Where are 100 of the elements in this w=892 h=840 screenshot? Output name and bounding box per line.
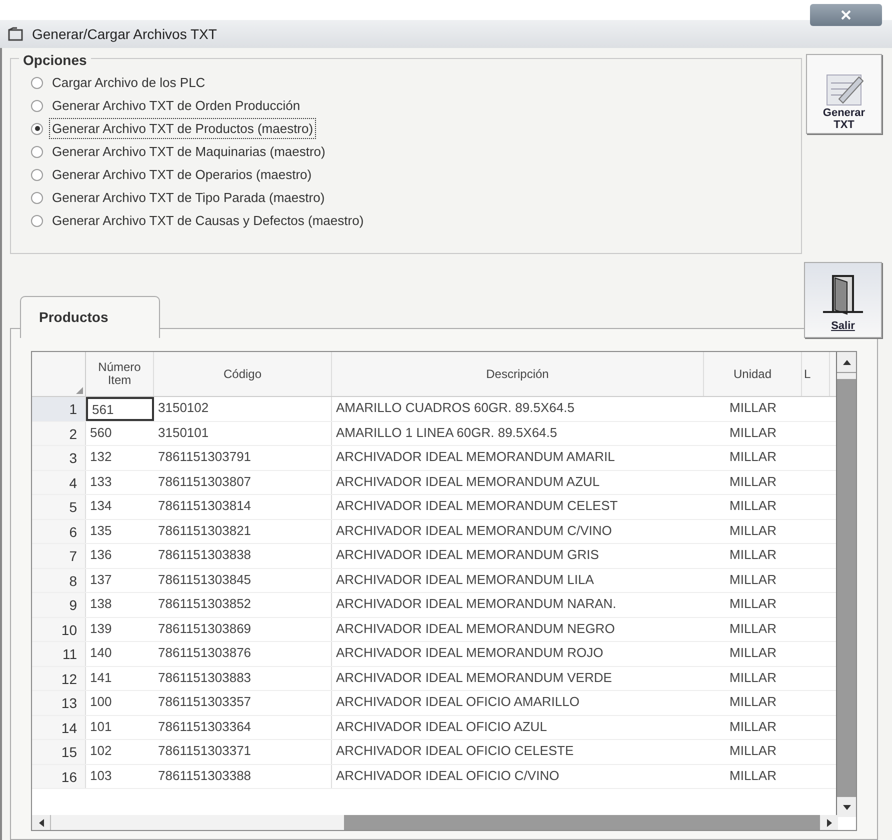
column-header[interactable]: Código [154, 352, 332, 396]
scroll-thumb[interactable] [837, 373, 856, 379]
table-cell-text: MILLAR [728, 718, 778, 736]
scroll-up-icon [842, 360, 850, 364]
table-cell-text: ARCHIVADOR IDEAL MEMORANDUM ROJO [335, 644, 604, 662]
table-cell: 7861151303388 [154, 764, 332, 788]
row-number: 11 [32, 642, 86, 666]
table-cell-text: 140 [89, 644, 113, 662]
radio-label[interactable]: Cargar Archivo de los PLC [49, 72, 208, 94]
table-cell-text: ARCHIVADOR IDEAL MEMORANDUM AZUL [335, 472, 601, 490]
table-cell-text: 139 [89, 620, 113, 638]
table-cell-text: MILLAR [728, 399, 778, 417]
table-cell-text: 103 [89, 766, 113, 784]
scroll-down-icon [842, 804, 850, 810]
table-cell: 7861151303357 [154, 691, 332, 714]
column-header[interactable]: Unidad [704, 352, 802, 396]
table-cell-text: 138 [89, 595, 113, 613]
table-cell: 7861151303869 [154, 618, 332, 641]
table-cell-text: 134 [89, 497, 113, 515]
table-cell: 7861151303852 [154, 593, 332, 616]
row-number: 1 [32, 397, 86, 420]
table-cell-text: MILLAR [728, 766, 778, 784]
tab[interactable]: Productos [20, 296, 160, 338]
table-cell: 3150101 [154, 422, 332, 445]
radio-button[interactable] [31, 100, 43, 112]
table-cell-text: 136 [89, 546, 113, 564]
row-number: 12 [32, 666, 86, 690]
radio-label[interactable]: Generar Archivo TXT de Operarios (maestro) [49, 164, 315, 186]
radio-label[interactable]: Generar Archivo TXT de Tipo Parada (maestro) [49, 186, 328, 208]
radio-button[interactable] [31, 122, 43, 134]
table-cell-text: MILLAR [728, 570, 778, 588]
table-cell-text: MILLAR [728, 497, 778, 515]
row-number: 2 [32, 422, 86, 445]
scroll-right-icon [826, 818, 832, 826]
table-cell-text: 133 [89, 472, 113, 490]
table-cell: 7861151303364 [154, 716, 332, 739]
row-number: 14 [32, 716, 86, 739]
table-cell-text: ARCHIVADOR IDEAL MEMORANDUM CELEST [335, 497, 619, 515]
table-cell-text: MILLAR [728, 644, 778, 662]
table-cell-text: 560 [89, 424, 113, 442]
radio-button[interactable] [31, 146, 43, 158]
table-cell-text: 141 [89, 668, 113, 686]
door-icon [823, 274, 863, 318]
row-number: 5 [32, 495, 86, 518]
radio-label[interactable]: Generar Archivo TXT de Productos (maestro) [49, 118, 316, 140]
column-header[interactable]: Número Item [86, 352, 154, 396]
table-cell-text: ARCHIVADOR IDEAL OFICIO AZUL [335, 718, 548, 736]
row-number: 3 [32, 446, 86, 470]
select-all-icon[interactable] [76, 387, 83, 394]
radio-button[interactable] [31, 192, 43, 204]
table-cell-text: 135 [89, 522, 113, 540]
radio-label[interactable]: Generar Archivo TXT de Orden Producción [49, 94, 304, 116]
radio-button[interactable] [31, 214, 43, 226]
table-cell-text: AMARILLO CUADROS 60GR. 89.5X64.5 [335, 399, 576, 417]
row-number: 4 [32, 470, 86, 494]
table-cell-text: MILLAR [728, 546, 778, 564]
table-cell-text: ARCHIVADOR IDEAL MEMORANDUM GRIS [335, 546, 600, 564]
radio-label[interactable]: Generar Archivo TXT de Causas y Defectos (maestro) [49, 210, 367, 232]
table-cell-text: 137 [89, 570, 113, 588]
table-cell-text: 100 [89, 693, 113, 711]
vertical-scrollbar[interactable] [836, 352, 856, 817]
close-button[interactable] [810, 4, 882, 26]
table-cell-text: MILLAR [728, 693, 778, 711]
table-cell-text: MILLAR [728, 595, 778, 613]
table-cell-text: 102 [89, 742, 113, 760]
table-cell-text: MILLAR [728, 448, 778, 466]
table-cell-text: MILLAR [728, 472, 778, 490]
column-header[interactable]: L [802, 352, 830, 396]
table-cell-text: ARCHIVADOR IDEAL MEMORANDUM NEGRO [335, 620, 616, 638]
window-icon [8, 27, 24, 41]
table-cell: 561 [86, 397, 154, 420]
table-cell-text: MILLAR [728, 742, 778, 760]
horizontal-scrollbar[interactable] [32, 815, 838, 830]
row-number: 8 [32, 568, 86, 592]
exit-button[interactable]: Salir [804, 262, 882, 338]
table-cell: 7861151303791 [154, 446, 332, 470]
table-cell: 7861151303838 [154, 544, 332, 568]
table-cell-text: 101 [89, 718, 113, 736]
radio-label[interactable]: Generar Archivo TXT de Maquinarias (maestro) [49, 140, 328, 162]
table-cell-text: ARCHIVADOR IDEAL MEMORANDUM C/VINO [335, 522, 613, 540]
table-cell-text: MILLAR [728, 522, 778, 540]
radio-button[interactable] [31, 168, 43, 180]
generate-txt-button[interactable]: Generar TXT [806, 54, 882, 134]
row-number: 6 [32, 520, 86, 543]
row-number: 7 [32, 544, 86, 568]
radio-button[interactable] [31, 76, 43, 88]
window-title: Generar/Cargar Archivos TXT [32, 24, 217, 44]
row-number: 15 [32, 740, 86, 764]
table-cell: 7861151303883 [154, 666, 332, 690]
row-number: 9 [32, 593, 86, 616]
scroll-left-icon [38, 818, 44, 826]
column-header[interactable]: Descripción [332, 352, 704, 396]
row-number: 16 [32, 764, 86, 788]
table-cell-text: ARCHIVADOR IDEAL OFICIO C/VINO [335, 766, 560, 784]
table-cell: 7861151303845 [154, 568, 332, 592]
table-cell-text: ARCHIVADOR IDEAL MEMORANDUM AMARIL [335, 448, 616, 466]
table-cell: 7861151303814 [154, 495, 332, 518]
table-cell-text: ARCHIVADOR IDEAL MEMORANDUM NARAN. [335, 595, 618, 613]
table-cell: 7861151303821 [154, 520, 332, 543]
table-cell-text: ARCHIVADOR IDEAL MEMORANDUM VERDE [335, 668, 613, 686]
